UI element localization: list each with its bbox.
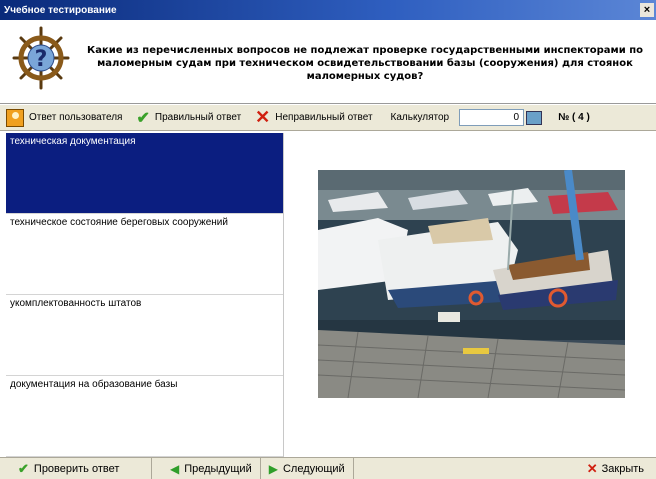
boats-at-pier-photo (318, 170, 625, 398)
user-answer-legend: Ответ пользователя (6, 108, 123, 127)
user-answer-label: Ответ пользователя (29, 112, 123, 123)
arrow-left-icon: ◀ (170, 461, 180, 476)
answer-option-4[interactable]: документация на образование базы (6, 376, 283, 457)
previous-button[interactable]: ◀ Предыдущий (152, 458, 261, 479)
close-button[interactable]: ✕ Закрыть (587, 458, 644, 479)
calculator: Калькулятор 0 (391, 109, 543, 126)
wrong-answer-legend: ✕ Неправильный ответ (255, 107, 372, 128)
answer-legend-toolbar: Ответ пользователя ✔ Правильный ответ ✕ … (0, 105, 656, 131)
answer-option-3[interactable]: укомплектованность штатов (6, 295, 283, 376)
check-answer-label: Проверить ответ (33, 462, 120, 475)
next-label: Следующий (282, 462, 345, 475)
bottom-navigation-bar: ✔ Проверить ответ ◀ Предыдущий ▶ Следующ… (0, 457, 656, 479)
ship-helm-question-icon: ? (12, 26, 70, 90)
arrow-right-icon: ▶ (268, 461, 278, 476)
calculator-label: Калькулятор (390, 112, 450, 123)
checkmark-icon: ✔ (136, 109, 150, 127)
window-close-icon[interactable]: × (640, 3, 654, 17)
window-title: Учебное тестирование (4, 4, 117, 16)
cross-icon: ✕ (255, 107, 271, 127)
previous-label: Предыдущий (184, 462, 252, 475)
next-button[interactable]: ▶ Следующий (260, 458, 354, 479)
close-label: Закрыть (601, 462, 644, 475)
checkmark-icon: ✔ (18, 460, 29, 476)
correct-answer-label: Правильный ответ (154, 112, 242, 123)
question-text: Какие из перечисленных вопросов не подле… (87, 45, 643, 82)
answer-option-2[interactable]: техническое состояние береговых сооружен… (6, 214, 283, 295)
illustration-area (285, 133, 656, 457)
question-number: № ( 4 ) (558, 112, 590, 123)
check-answer-button[interactable]: ✔ Проверить ответ (0, 458, 152, 479)
user-icon (6, 108, 24, 127)
question-area: ? Какие из перечисленных вопросов не под… (0, 20, 656, 104)
window-titlebar: Учебное тестирование × (0, 0, 656, 20)
answer-list: техническая документация техническое сос… (6, 133, 284, 457)
wrong-answer-label: Неправильный ответ (275, 112, 373, 123)
close-icon: ✕ (586, 460, 598, 476)
svg-text:?: ? (35, 47, 48, 72)
answer-option-1[interactable]: техническая документация (6, 133, 283, 214)
calculator-icon[interactable] (526, 110, 543, 125)
calculator-input[interactable]: 0 (459, 109, 525, 126)
correct-answer-legend: ✔ Правильный ответ (136, 108, 241, 128)
